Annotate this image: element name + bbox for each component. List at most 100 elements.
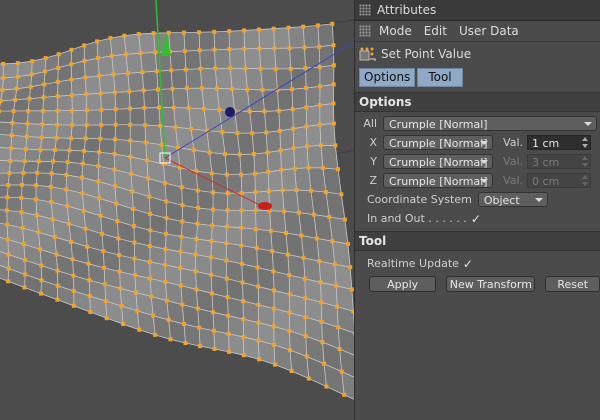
mesh-point[interactable] xyxy=(114,201,119,206)
mesh-point[interactable] xyxy=(15,74,20,79)
mesh-point[interactable] xyxy=(272,362,277,367)
mesh-point[interactable] xyxy=(9,146,14,151)
mesh-point[interactable] xyxy=(208,255,213,260)
mesh-point[interactable] xyxy=(113,90,118,95)
mesh-point[interactable] xyxy=(170,86,175,91)
mesh-point[interactable] xyxy=(135,308,140,313)
mesh-point[interactable] xyxy=(132,240,137,245)
mesh-point[interactable] xyxy=(317,44,322,49)
mesh-point[interactable] xyxy=(143,123,148,128)
mesh-point[interactable] xyxy=(103,299,108,304)
mesh-point[interactable] xyxy=(183,341,188,346)
mesh-point[interactable] xyxy=(128,138,133,143)
mesh-point[interactable] xyxy=(342,217,347,222)
mesh-point[interactable] xyxy=(22,159,27,164)
mesh-point[interactable] xyxy=(95,39,100,44)
mesh-point[interactable] xyxy=(0,88,5,93)
mesh-point[interactable] xyxy=(230,86,235,91)
mesh-point[interactable] xyxy=(195,221,200,226)
mesh-point[interactable] xyxy=(21,170,26,175)
mesh-point[interactable] xyxy=(20,225,25,230)
mesh-point[interactable] xyxy=(97,73,102,78)
mesh-point[interactable] xyxy=(113,184,118,189)
mesh-point[interactable] xyxy=(147,194,152,199)
mesh-point[interactable] xyxy=(315,23,320,28)
mesh-point[interactable] xyxy=(148,244,153,249)
mesh-point[interactable] xyxy=(56,65,61,70)
mesh-point[interactable] xyxy=(239,208,244,213)
mesh-point[interactable] xyxy=(286,25,291,30)
mesh-point[interactable] xyxy=(148,228,153,233)
mesh-point[interactable] xyxy=(116,236,121,241)
mesh-point[interactable] xyxy=(43,69,48,74)
mesh-point[interactable] xyxy=(179,185,184,190)
mesh-point[interactable] xyxy=(181,30,186,35)
mesh-point[interactable] xyxy=(80,175,85,180)
mesh-point[interactable] xyxy=(178,283,183,288)
mesh-point[interactable] xyxy=(159,142,164,147)
mesh-point[interactable] xyxy=(178,249,183,254)
coordinate-system-dropdown[interactable]: Object xyxy=(477,192,548,207)
mesh-point[interactable] xyxy=(95,56,100,61)
mesh-point[interactable] xyxy=(173,125,178,130)
mesh-point[interactable] xyxy=(256,338,261,343)
mesh-point[interactable] xyxy=(71,273,76,278)
mesh-point[interactable] xyxy=(147,259,152,264)
mesh-point[interactable] xyxy=(196,205,201,210)
mesh-point[interactable] xyxy=(224,258,229,263)
mesh-point[interactable] xyxy=(317,84,322,89)
mesh-point[interactable] xyxy=(22,285,27,290)
mesh-point[interactable] xyxy=(178,265,183,270)
mesh-point[interactable] xyxy=(264,130,269,135)
mesh-point[interactable] xyxy=(84,123,89,128)
options-section-header[interactable]: Options xyxy=(355,92,600,112)
mesh-point[interactable] xyxy=(82,58,87,63)
mesh-point[interactable] xyxy=(118,286,123,291)
mesh-point[interactable] xyxy=(240,280,245,285)
mesh-point[interactable] xyxy=(225,208,230,213)
mesh-point[interactable] xyxy=(197,30,202,35)
mesh-point[interactable] xyxy=(30,59,35,64)
mesh-point[interactable] xyxy=(251,152,256,157)
mesh-point[interactable] xyxy=(227,47,232,52)
mesh-point[interactable] xyxy=(67,221,72,226)
mesh-point[interactable] xyxy=(26,108,31,113)
mesh-point[interactable] xyxy=(287,328,292,333)
mesh-point[interactable] xyxy=(23,147,28,152)
mesh-point[interactable] xyxy=(51,159,56,164)
mesh-point[interactable] xyxy=(210,223,215,228)
mesh-point[interactable] xyxy=(342,392,347,397)
mesh-point[interactable] xyxy=(43,56,48,61)
mesh-point[interactable] xyxy=(262,109,267,114)
mesh-point[interactable] xyxy=(50,217,55,222)
mesh-point[interactable] xyxy=(339,369,344,374)
mesh-point[interactable] xyxy=(271,342,276,347)
mesh-point[interactable] xyxy=(140,70,145,75)
mesh-point[interactable] xyxy=(304,105,309,110)
grip-icon[interactable] xyxy=(359,4,371,16)
mesh-point[interactable] xyxy=(345,241,350,246)
mesh-point[interactable] xyxy=(225,191,230,196)
mesh-point[interactable] xyxy=(121,322,126,327)
mesh-point[interactable] xyxy=(193,252,198,257)
mesh-point[interactable] xyxy=(104,316,109,321)
mesh-point[interactable] xyxy=(317,122,322,127)
mesh-point[interactable] xyxy=(9,133,14,138)
mesh-point[interactable] xyxy=(304,86,309,91)
mesh-point[interactable] xyxy=(254,246,259,251)
mesh-point[interactable] xyxy=(29,72,34,77)
mesh-point[interactable] xyxy=(83,136,88,141)
mesh-point[interactable] xyxy=(164,298,169,303)
mesh-point[interactable] xyxy=(143,140,148,145)
mesh-point[interactable] xyxy=(128,154,133,159)
mesh-point[interactable] xyxy=(303,296,308,301)
mesh-point[interactable] xyxy=(6,183,11,188)
menu-edit[interactable]: Edit xyxy=(420,24,451,38)
mesh-point[interactable] xyxy=(211,207,216,212)
mesh-point[interactable] xyxy=(304,354,309,359)
mesh-point[interactable] xyxy=(131,206,136,211)
mesh-point[interactable] xyxy=(189,126,194,131)
mesh-point[interactable] xyxy=(69,47,74,52)
mesh-point[interactable] xyxy=(277,128,282,133)
mesh-point[interactable] xyxy=(10,120,15,125)
